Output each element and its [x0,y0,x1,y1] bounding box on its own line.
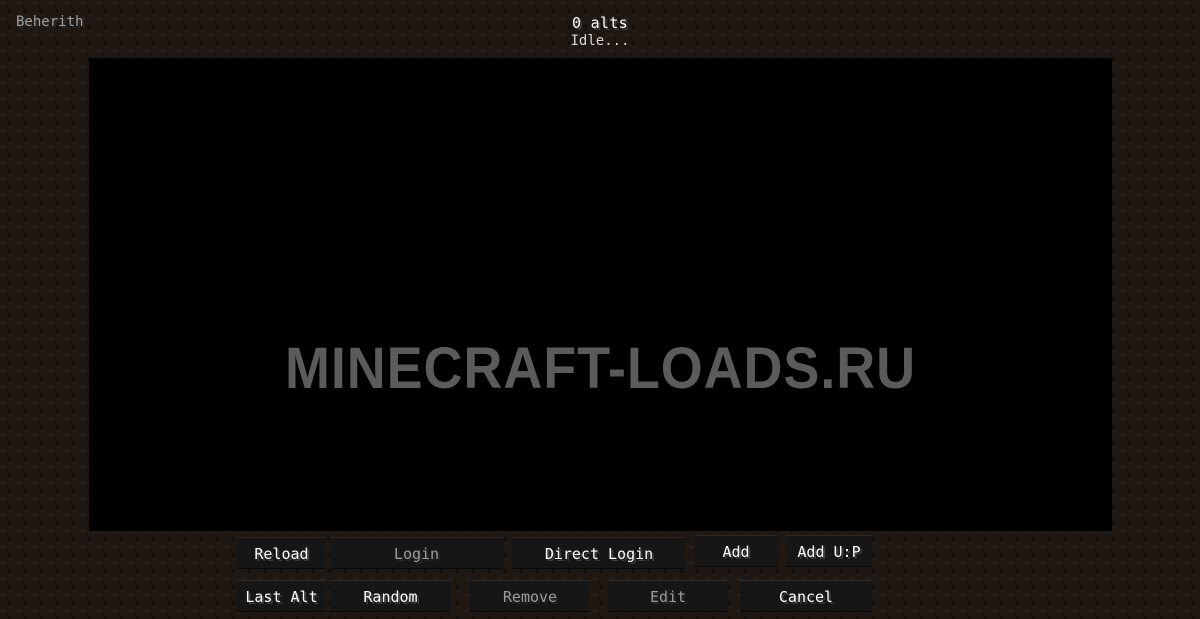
status-label: Idle... [570,33,630,49]
edit-button[interactable]: Edit [608,580,728,612]
add-button[interactable]: Add [695,535,777,567]
random-button[interactable]: Random [330,580,451,612]
reload-button[interactable]: Reload [237,537,326,569]
login-button[interactable]: Login [330,537,503,569]
watermark-text: MINECRAFT-LOADS.RU [284,336,917,401]
alts-count-label: 0 alts [572,14,628,32]
remove-button[interactable]: Remove [470,580,590,612]
cancel-button[interactable]: Cancel [740,580,872,612]
alt-list-panel[interactable]: MINECRAFT-LOADS.RU [89,58,1112,531]
add-user-pass-button[interactable]: Add U:P [786,535,872,567]
direct-login-button[interactable]: Direct Login [512,537,686,569]
last-alt-button[interactable]: Last Alt [237,580,326,612]
